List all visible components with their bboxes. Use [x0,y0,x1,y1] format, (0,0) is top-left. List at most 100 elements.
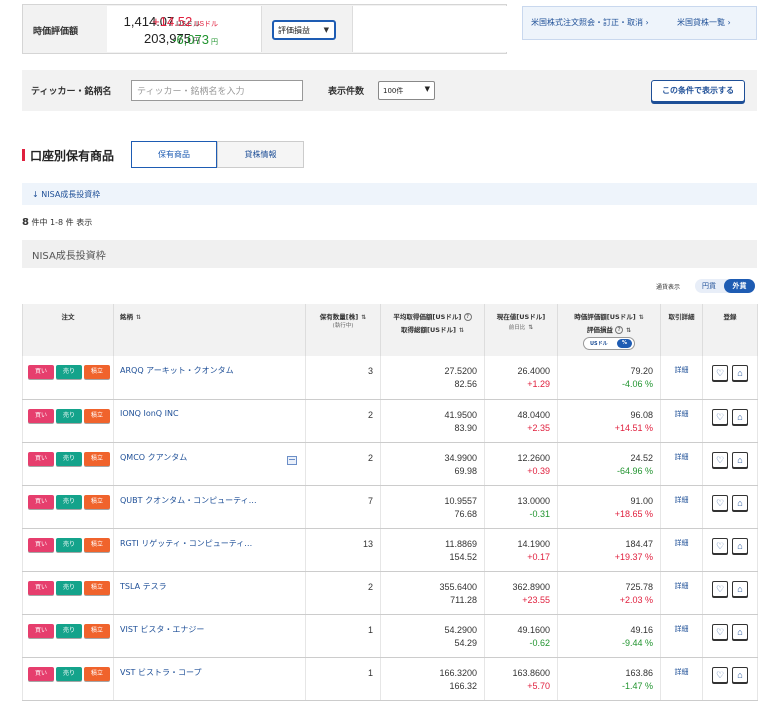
order-inquiry-link[interactable]: 米国株式注文照会・訂正・取消 › [531,17,649,28]
sell-button[interactable]: 売り [56,451,82,466]
col-price[interactable]: 現在値[USドル] 前日比 ⇅ [484,304,558,356]
col-valuation[interactable]: 時価評価額[USドル] ⇅ 評価損益 ? ⇅ USドル% [557,304,661,356]
pl-type-select[interactable]: 評価損益 ▼ [272,20,336,40]
avg-cost-cell: 27.5200 82.56 [380,356,485,400]
stock-name-link[interactable]: VIST ビスタ・エナジー [120,625,204,634]
sort-icon[interactable]: ⇅ [528,324,533,331]
valuation-cell: 91.00 +18.65 % [557,485,661,529]
pl-unit-pct[interactable]: % [617,339,632,348]
buy-button[interactable]: 買い [28,365,54,379]
currency-toggle-yen[interactable]: 円貨 [702,281,716,291]
section-accent-bar [22,149,25,161]
portfolio-register-icon[interactable]: ⌂ [732,451,748,468]
stock-name-link[interactable]: QUBT クオンタム・コンピューティ… [120,496,257,505]
price-cell: 49.1600 -0.62 [484,614,558,658]
detail-link[interactable]: 詳細 [675,625,689,633]
col-name[interactable]: 銘柄 ⇅ [113,304,306,356]
favorite-icon[interactable]: ♡ [712,580,728,597]
stock-name-link[interactable]: TSLA テスラ [120,582,167,591]
detail-link[interactable]: 詳細 [675,539,689,547]
day-change: -0.62 [529,637,550,648]
stock-name-link[interactable]: QMCO クアンタム [120,453,187,462]
help-icon[interactable]: ? [463,313,472,321]
account-header: NISA成長投資枠 [22,240,757,268]
pl-jpy: -6,073 円 [172,32,218,47]
detail-link[interactable]: 詳細 [675,366,689,374]
sort-icon[interactable]: ⇅ [361,314,366,321]
favorite-icon[interactable]: ♡ [712,365,728,381]
portfolio-register-icon[interactable]: ⌂ [732,494,748,511]
avg-cost-cell: 54.2900 54.29 [380,614,485,658]
sell-button[interactable]: 売り [56,365,82,379]
sort-icon[interactable]: ⇅ [136,314,141,321]
sort-icon[interactable]: ⇅ [459,327,464,334]
help-icon[interactable]: ? [615,326,624,334]
stock-name-link[interactable]: VST ビストラ・コープ [120,668,202,677]
pl-unit-usd[interactable]: USドル [590,340,608,347]
col-register-label: 登録 [723,313,737,321]
favorite-icon[interactable]: ♡ [712,494,728,511]
currency-toggle[interactable]: 円貨 外貨 [695,279,755,293]
favorite-icon[interactable]: ♡ [712,623,728,640]
calendar-icon[interactable] [287,455,297,465]
portfolio-register-icon[interactable]: ⌂ [732,623,748,640]
accumulate-button[interactable]: 積立 [84,365,110,379]
favorite-icon[interactable]: ♡ [712,408,728,425]
apply-filter-button[interactable]: この条件で表示する [651,80,745,102]
stock-name-link[interactable]: IONQ IonQ INC [120,409,179,418]
accumulate-button[interactable]: 積立 [84,580,110,595]
nisa-anchor-link[interactable]: ↓ NISA成長投資枠 [22,183,757,205]
detail-cell: 詳細 [660,485,703,529]
col-order: 注文 [22,304,114,356]
sort-icon[interactable]: ⇅ [626,327,631,334]
lending-list-link[interactable]: 米国貸株一覧 › [677,17,731,28]
order-cell: 買い 売り 積立 [22,356,114,400]
portfolio-register-icon[interactable]: ⌂ [732,666,748,683]
tab-lending-info[interactable]: 貸株情報 [217,141,304,168]
sell-button[interactable]: 売り [56,666,82,681]
favorite-icon[interactable]: ♡ [712,451,728,468]
table-row: 買い 売り 積立 IONQ IonQ INC 2 41.9500 83.90 48.0400 +… [22,399,758,443]
sell-button[interactable]: 売り [56,623,82,638]
pl-unit-toggle[interactable]: USドル% [583,337,635,350]
sort-icon[interactable]: ⇅ [639,314,644,321]
accumulate-button[interactable]: 積立 [84,537,110,552]
detail-link[interactable]: 詳細 [675,668,689,676]
portfolio-register-icon[interactable]: ⌂ [732,408,748,425]
accumulate-button[interactable]: 積立 [84,408,110,423]
buy-button[interactable]: 買い [28,580,54,595]
portfolio-register-icon[interactable]: ⌂ [732,365,748,381]
accumulate-button[interactable]: 積立 [84,494,110,509]
favorite-icon[interactable]: ♡ [712,666,728,683]
favorite-icon[interactable]: ♡ [712,537,728,554]
stock-name-link[interactable]: RGTI リゲッティ・コンピューティ… [120,539,252,548]
currency-toggle-usd[interactable]: 外貨 [724,279,755,293]
sell-button[interactable]: 売り [56,494,82,509]
detail-link[interactable]: 詳細 [675,453,689,461]
portfolio-register-icon[interactable]: ⌂ [732,537,748,554]
buy-button[interactable]: 買い [28,494,54,509]
detail-link[interactable]: 詳細 [675,410,689,418]
avg-cost: 27.5200 [444,366,477,376]
portfolio-register-icon[interactable]: ⌂ [732,580,748,597]
col-avg-total[interactable]: 平均取得価額[USドル] ? 取得総額[USドル] ⇅ [380,304,485,356]
col-qty[interactable]: 保有数量[株] ⇅ (執行中) [305,304,381,356]
buy-button[interactable]: 買い [28,408,54,423]
accumulate-button[interactable]: 積立 [84,666,110,681]
detail-link[interactable]: 詳細 [675,582,689,590]
detail-link[interactable]: 詳細 [675,496,689,504]
buy-button[interactable]: 買い [28,451,54,466]
accumulate-button[interactable]: 積立 [84,451,110,466]
buy-button[interactable]: 買い [28,666,54,681]
sell-button[interactable]: 売り [56,408,82,423]
sell-button[interactable]: 売り [56,537,82,552]
buy-button[interactable]: 買い [28,623,54,638]
sell-button[interactable]: 売り [56,580,82,595]
accumulate-button[interactable]: 積立 [84,623,110,638]
buy-button[interactable]: 買い [28,537,54,552]
register-cell: ♡ ⌂ [702,442,758,486]
tab-holdings[interactable]: 保有商品 [131,141,217,168]
display-count-select[interactable]: 100件 ▼ [378,81,435,100]
stock-name-link[interactable]: ARQQ アーキット・クオンタム [120,366,234,375]
ticker-search-input[interactable]: ティッカー・銘柄名を入力 [131,80,303,101]
